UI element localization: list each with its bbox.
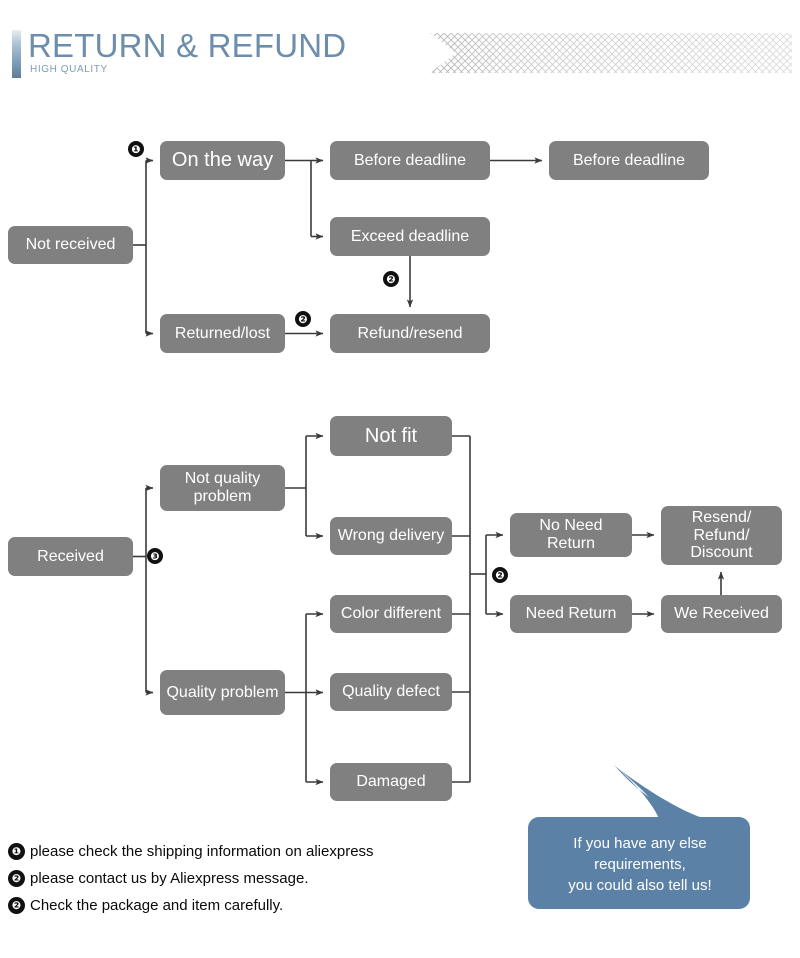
footnote-badge-1: ❶ [8, 843, 25, 860]
flow-box-no-need-return[interactable]: No Need Return [510, 513, 632, 557]
footnote-text-1: please check the shipping information on… [30, 843, 374, 860]
flow-box-received[interactable]: Received [8, 537, 133, 576]
footnote-item: ❷ please contact us by Aliexpress messag… [8, 865, 478, 892]
crosshatch-banner-decoration [430, 33, 792, 73]
speech-bubble-text: If you have any else requirements, you c… [568, 835, 712, 894]
step-badge-2-returned-lost: ❷ [295, 311, 311, 327]
flow-box-resend-refund-discount[interactable]: Resend/ Refund/ Discount [661, 506, 782, 565]
page-header: RETURN & REFUND HIGH QUALITY [0, 0, 800, 110]
footnote-item: ❶ please check the shipping information … [8, 838, 478, 865]
page-subtitle: HIGH QUALITY [30, 64, 108, 75]
footnote-text-2: please contact us by Aliexpress message. [30, 870, 309, 887]
step-badge-1-on-the-way: ❶ [128, 141, 144, 157]
footnote-item: ❷ Check the package and item carefully. [8, 892, 478, 919]
flow-box-returned-lost[interactable]: Returned/lost [160, 314, 285, 353]
flow-box-quality-defect[interactable]: Quality defect [330, 673, 452, 711]
step-badge-2-return-split: ❷ [492, 567, 508, 583]
flow-box-before-deadline-first[interactable]: Before deadline [330, 141, 490, 180]
flow-box-need-return[interactable]: Need Return [510, 595, 632, 633]
footnote-badge-3: ❷ [8, 897, 25, 914]
step-badge-3-received: ❸ [147, 548, 163, 564]
flow-box-not-quality-problem[interactable]: Not quality problem [160, 465, 285, 511]
flow-box-damaged[interactable]: Damaged [330, 763, 452, 801]
page-root: RETURN & REFUND HIGH QUALITY Not receive… [0, 0, 800, 958]
flow-box-on-the-way[interactable]: On the way [160, 141, 285, 180]
page-title: RETURN & REFUND [28, 27, 347, 64]
flow-box-wrong-delivery[interactable]: Wrong delivery [330, 517, 452, 555]
footnote-list: ❶ please check the shipping information … [8, 838, 478, 919]
flow-box-refund-resend[interactable]: Refund/resend [330, 314, 490, 353]
flow-box-before-deadline-second[interactable]: Before deadline [549, 141, 709, 180]
flow-box-color-different[interactable]: Color different [330, 595, 452, 633]
step-badge-2-exceed-deadline: ❷ [383, 271, 399, 287]
accent-bar-decoration [12, 30, 21, 78]
flow-box-quality-problem[interactable]: Quality problem [160, 670, 285, 715]
footnote-text-3: Check the package and item carefully. [30, 897, 284, 914]
flow-box-not-received[interactable]: Not received [8, 226, 133, 264]
flow-box-not-fit[interactable]: Not fit [330, 416, 452, 456]
footnote-badge-2: ❷ [8, 870, 25, 887]
flow-box-exceed-deadline[interactable]: Exceed deadline [330, 217, 490, 256]
flow-box-we-received[interactable]: We Received [661, 595, 782, 633]
